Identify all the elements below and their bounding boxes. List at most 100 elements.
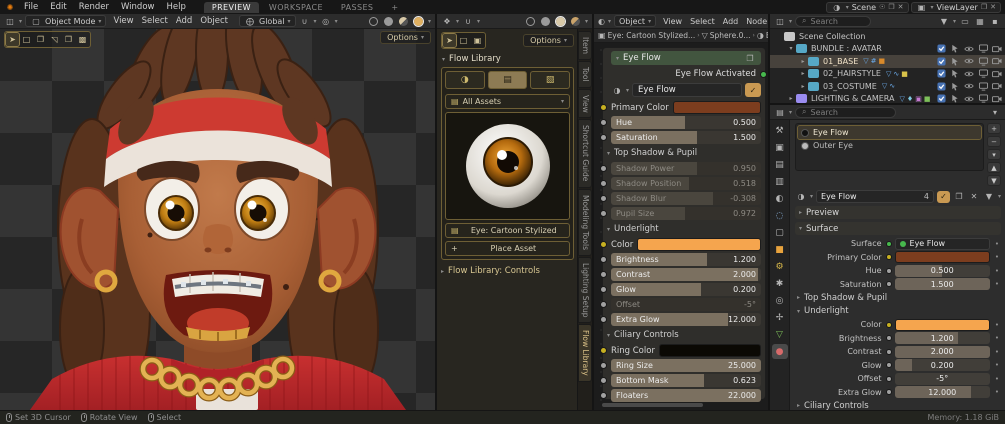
render-disable-icon[interactable]: [992, 69, 1002, 79]
number-slider[interactable]: 12.000: [895, 386, 990, 398]
expand-arrow-icon[interactable]: ▾: [786, 45, 796, 52]
sidebar-tab-flow-library[interactable]: Flow Library: [578, 324, 592, 382]
color-swatch[interactable]: [659, 344, 761, 357]
sidebar-tab-shortcut-guide[interactable]: Shortcut Guide: [578, 119, 592, 187]
render-disable-icon[interactable]: [992, 44, 1002, 54]
collection-tab[interactable]: ▢: [772, 225, 788, 240]
color-swatch[interactable]: [637, 238, 761, 251]
move-slot-up-button[interactable]: ▲: [987, 162, 1001, 173]
orientation-dropdown[interactable]: ⨁ Global ▾: [239, 15, 296, 27]
menu-file[interactable]: File: [18, 2, 44, 12]
scene-tab[interactable]: ◐: [772, 191, 788, 206]
workspace-tab-+[interactable]: +: [383, 2, 406, 13]
filter-funnel-icon[interactable]: ▼: [983, 191, 995, 202]
select-box-icon[interactable]: □: [20, 33, 33, 46]
animate-dot-icon[interactable]: •: [993, 334, 1001, 342]
expand-arrow-icon[interactable]: ▸: [786, 95, 796, 102]
hide-eye-icon[interactable]: [964, 44, 974, 54]
viewport-canvas[interactable]: ➤ □ ❐ ◹ ❐ ▩ Options ▾: [0, 29, 435, 410]
number-slider[interactable]: Shadow Power0.950: [611, 162, 761, 175]
sidebar-tab-tool[interactable]: Tool: [578, 61, 592, 88]
number-slider[interactable]: Floaters22.000: [611, 389, 761, 402]
online-assets-tab[interactable]: ◑: [445, 71, 485, 89]
workspace-tab-passes[interactable]: PASSES: [333, 2, 381, 13]
chevron-down-icon[interactable]: ▾: [989, 107, 1001, 118]
checkbox-icon[interactable]: [936, 94, 946, 103]
shader-editor-icon[interactable]: ◐: [598, 16, 605, 27]
users-count[interactable]: 4: [924, 192, 929, 201]
selectable-cursor-icon[interactable]: [950, 69, 960, 79]
cursor-tool-icon[interactable]: ➤: [443, 34, 456, 47]
number-slider[interactable]: Contrast2.000: [611, 268, 761, 281]
input-socket[interactable]: [886, 254, 892, 260]
flow-library-panel-header[interactable]: ▾ Flow Library: [441, 52, 574, 67]
number-slider[interactable]: 0.200: [895, 359, 990, 371]
viewport-menu-add[interactable]: Add: [172, 16, 196, 26]
preview-panel-header[interactable]: ▸ Preview: [795, 206, 1001, 219]
number-slider[interactable]: Brightness1.200: [611, 253, 761, 266]
shading-rendered-icon[interactable]: [413, 16, 425, 27]
input-socket[interactable]: [600, 195, 607, 202]
outliner-row-lighting-camera[interactable]: ▸LIGHTING & CAMERA▽♦▣■: [770, 93, 1005, 104]
material-tab[interactable]: ●: [772, 344, 788, 359]
animate-dot-icon[interactable]: •: [993, 348, 1001, 356]
input-socket[interactable]: [886, 376, 892, 382]
selectable-cursor-icon[interactable]: [950, 44, 960, 54]
flow-library-controls-header[interactable]: ▸ Flow Library: Controls: [441, 266, 574, 276]
shader-canvas[interactable]: ▾ Eye Flow ❐ Eye Flow Activated ◑▾ Eye F…: [594, 43, 768, 410]
shader-menu-view[interactable]: View: [659, 17, 686, 26]
input-socket[interactable]: [600, 241, 607, 248]
blender-logo-icon[interactable]: ✺: [4, 2, 16, 13]
input-socket[interactable]: [886, 349, 892, 355]
copy-icon[interactable]: ❐: [981, 3, 987, 11]
viewport-disable-icon[interactable]: [978, 44, 988, 54]
viewport-disable-icon[interactable]: [978, 94, 988, 103]
filter-funnel-icon[interactable]: ▼: [938, 16, 950, 27]
hide-eye-icon[interactable]: [964, 56, 974, 66]
modifiers-tab[interactable]: ⚙: [772, 259, 788, 274]
viewport-disable-icon[interactable]: [978, 56, 988, 66]
constraints-tab[interactable]: ✢: [772, 310, 788, 325]
selectable-cursor-icon[interactable]: [950, 94, 960, 103]
shader-menu-node[interactable]: Node: [742, 17, 768, 26]
hide-eye-icon[interactable]: [964, 94, 974, 103]
input-socket[interactable]: [600, 271, 607, 278]
object-tab[interactable]: ■: [772, 242, 788, 257]
input-socket[interactable]: [886, 362, 892, 368]
selectable-cursor-icon[interactable]: [950, 81, 960, 91]
animate-dot-icon[interactable]: •: [993, 375, 1001, 383]
input-socket[interactable]: [600, 362, 607, 369]
shading-rendered-icon[interactable]: [570, 16, 582, 27]
menu-render[interactable]: Render: [73, 2, 115, 12]
render-disable-icon[interactable]: [992, 94, 1002, 103]
expand-arrow-icon[interactable]: ▸: [798, 58, 808, 65]
checkbox-icon[interactable]: [936, 44, 946, 54]
input-socket[interactable]: [600, 119, 607, 126]
annotate-icon[interactable]: ▩: [76, 33, 89, 46]
expand-arrow-icon[interactable]: ▸: [798, 83, 808, 90]
number-slider[interactable]: Bottom Mask0.623: [611, 374, 761, 387]
input-socket[interactable]: [600, 165, 607, 172]
close-icon[interactable]: ✕: [990, 3, 996, 11]
number-slider[interactable]: 1.500: [895, 278, 990, 290]
properties-search-input[interactable]: ⌕ Search: [795, 107, 896, 118]
pivot-icon[interactable]: ❖: [441, 16, 453, 27]
number-slider[interactable]: Pupil Size0.972: [611, 207, 761, 220]
viewport-menu-object[interactable]: Object: [196, 16, 232, 26]
surface-section-top-shadow-pupil[interactable]: ▸Top Shadow & Pupil: [795, 291, 1001, 305]
view-layer-tab[interactable]: ▥: [772, 174, 788, 189]
input-socket[interactable]: [600, 377, 607, 384]
horizontal-scrollbar[interactable]: [602, 403, 703, 407]
asset-preview[interactable]: [445, 112, 570, 220]
shading-material-icon[interactable]: [398, 16, 410, 27]
viewlayer-selector[interactable]: ▣▾ ViewLayer ❐ ✕: [911, 2, 1001, 13]
render-disable-icon[interactable]: [992, 81, 1002, 91]
menu-help[interactable]: Help: [160, 2, 191, 12]
input-socket[interactable]: [886, 241, 892, 247]
move-slot-down-button[interactable]: ▼: [987, 175, 1001, 186]
mode-dropdown[interactable]: ▢ Object Mode ▾: [25, 15, 106, 27]
outliner-search-input[interactable]: ⌕ Search: [795, 16, 870, 27]
input-socket[interactable]: [600, 104, 607, 111]
input-socket[interactable]: [886, 389, 892, 395]
number-slider[interactable]: -5°: [895, 373, 990, 385]
